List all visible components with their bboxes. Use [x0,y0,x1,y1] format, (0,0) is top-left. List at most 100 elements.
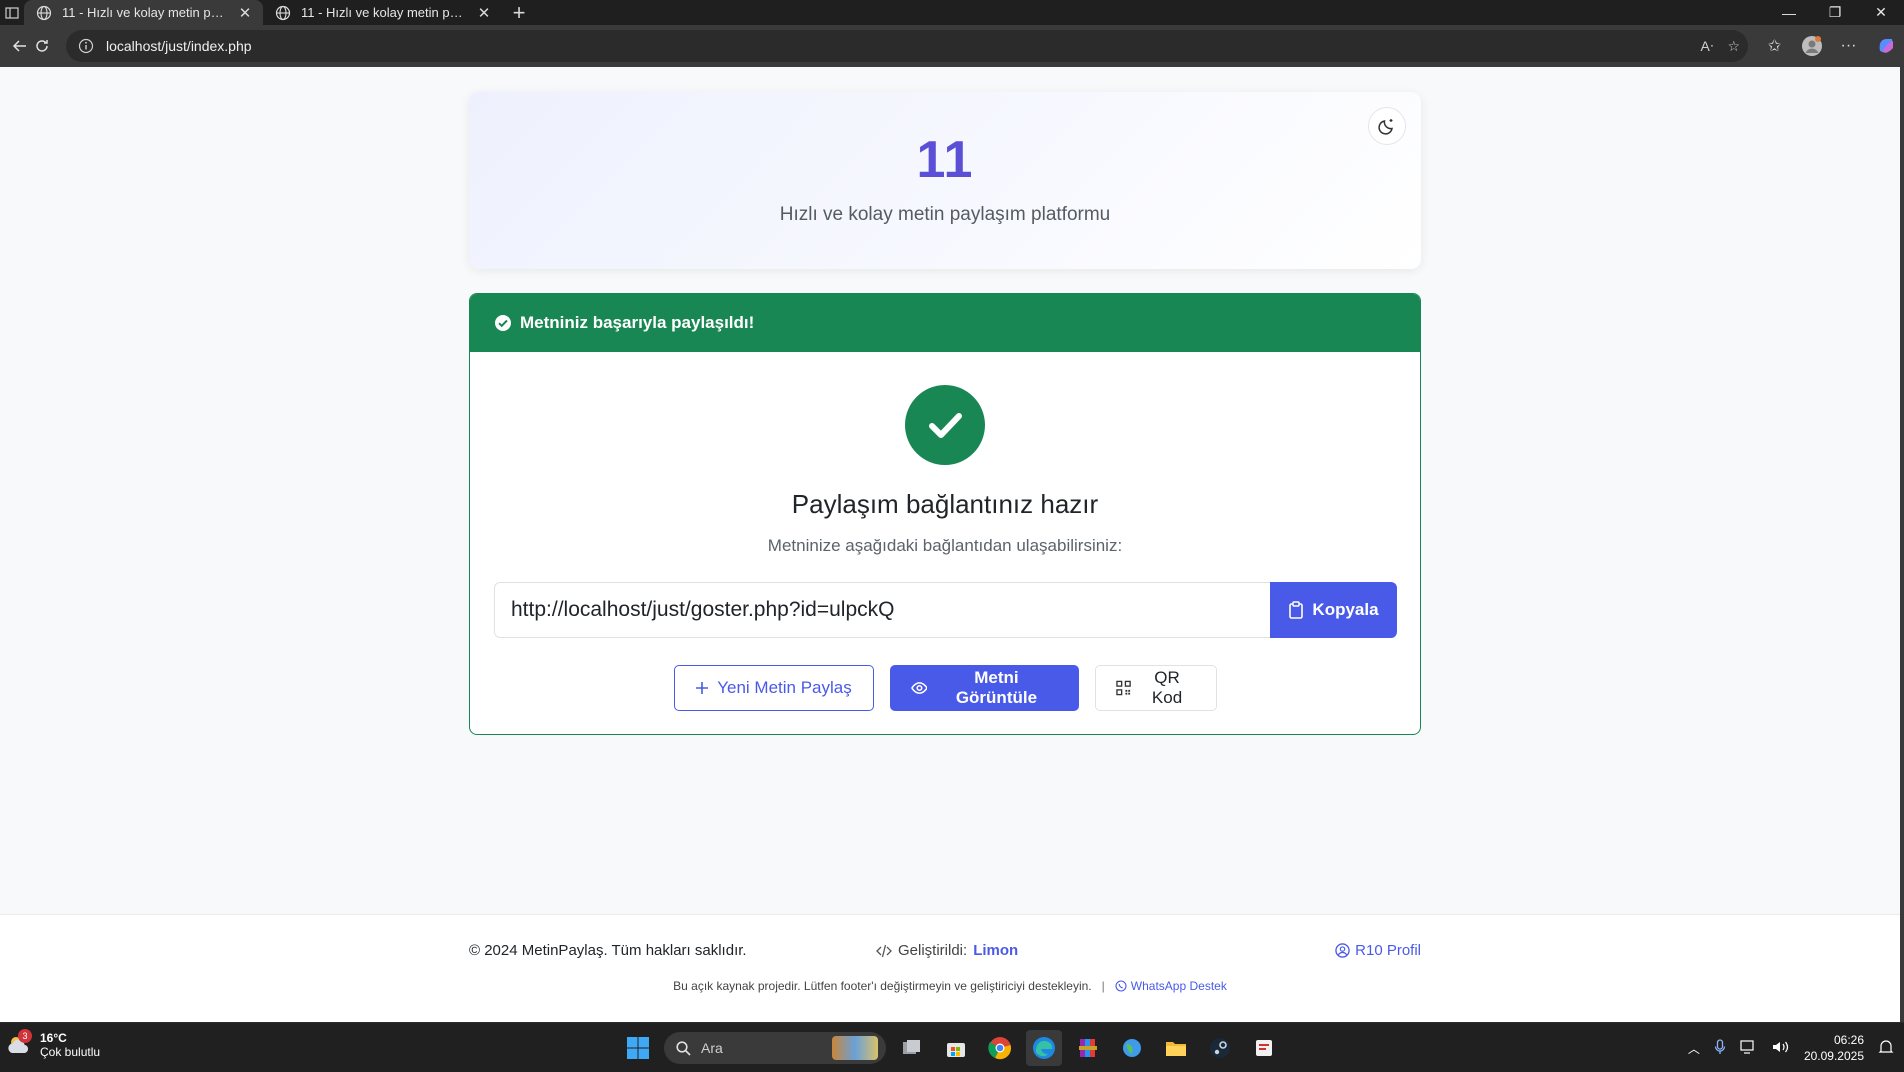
big-check-icon [905,385,985,465]
copilot-icon[interactable] [1867,36,1904,56]
read-aloud-icon[interactable]: Aᐧ [1701,38,1714,55]
system-tray: ︿ 06:26 20.09.2025 [1688,1023,1894,1072]
refresh-button[interactable] [22,25,62,67]
close-tab-icon[interactable]: ✕ [237,4,253,22]
new-text-button[interactable]: Yeni Metin Paylaş [673,665,874,711]
taskbar-search[interactable]: Ara [664,1032,886,1064]
edge-icon[interactable] [1026,1030,1062,1066]
globe-app-icon[interactable] [1114,1030,1150,1066]
action-buttons: Yeni Metin Paylaş Metni Görüntüle QR Kod [470,665,1420,711]
cloud-weather-icon: 3 [6,1029,34,1059]
task-view-icon[interactable] [894,1030,930,1066]
success-card: Metniniz başarıyla paylaşıldı! Paylaşım … [469,293,1421,735]
weather-temp: 16°C [40,1031,67,1045]
site-tagline: Hızlı ve kolay metin paylaşım platformu [779,204,1111,225]
check-circle-icon [495,315,511,331]
search-highlight-image [832,1036,878,1060]
theme-toggle-button[interactable] [1368,107,1406,145]
developer-credit: Geliştirildi: Limon [876,942,1018,959]
chevron-up-icon[interactable]: ︿ [1688,1040,1700,1057]
weather-widget[interactable]: 3 16°C Çok bulutlu [6,1029,101,1059]
more-options-icon[interactable]: ··· [1830,37,1867,55]
favorites-icon[interactable]: ✩ [1756,36,1793,56]
footer-separator: | [1101,979,1105,993]
notifications-icon[interactable] [1878,1039,1894,1058]
moon-icon [1378,119,1393,135]
copyright-text: © 2024 MetinPaylaş. Tüm hakları saklıdır… [469,942,747,959]
eye-icon [910,682,928,694]
microphone-icon[interactable] [1714,1038,1726,1058]
minimize-icon[interactable]: — [1766,0,1812,25]
success-subtitle: Metninize aşağıdaki bağlantıdan ulaşabil… [767,536,1123,555]
view-text-button[interactable]: Metni Görüntüle [889,665,1079,711]
site-header-card: 11 Hızlı ve kolay metin paylaşım platfor… [469,92,1421,269]
browser-tab-bar: 11 - Hızlı ve kolay metin paylaşımı ✕ 11… [0,0,1904,25]
whatsapp-support-label: WhatsApp Destek [1130,979,1227,993]
taskbar-search-placeholder: Ara [701,1040,723,1056]
developer-name-link[interactable]: Limon [973,942,1018,959]
page-scrollbar[interactable] [1900,67,1904,1022]
clock[interactable]: 06:26 20.09.2025 [1804,1032,1864,1064]
start-button[interactable] [620,1030,656,1066]
page-footer: © 2024 MetinPaylaş. Tüm hakları saklıdır… [0,914,1900,1022]
volume-icon[interactable] [1772,1040,1790,1057]
whatsapp-support-link[interactable]: WhatsApp Destek [1115,979,1227,993]
search-icon [676,1040,691,1056]
share-link-group: Kopyala [494,582,1397,638]
qr-code-button[interactable]: QR Kod [1094,665,1217,711]
success-banner: Metniniz başarıyla paylaşıldı! [470,294,1420,352]
network-icon[interactable] [1740,1039,1758,1057]
success-title: Paylaşım bağlantınız hazır [791,489,1099,519]
windows-taskbar: 3 16°C Çok bulutlu Ara ︿ 06:26 20.09.202… [0,1022,1904,1072]
restore-icon[interactable]: ❐ [1812,0,1858,25]
profile-icon[interactable] [1793,35,1830,57]
user-circle-icon [1335,943,1350,958]
clock-date: 20.09.2025 [1803,1049,1864,1063]
tab-actions-icon[interactable] [0,0,24,25]
clipboard-icon [1289,601,1304,619]
share-link-input[interactable] [494,582,1270,638]
file-explorer-icon[interactable] [1158,1030,1194,1066]
plus-icon [696,682,709,694]
copy-button[interactable]: Kopyala [1270,582,1397,638]
close-tab-icon[interactable]: ✕ [476,4,492,22]
close-window-icon[interactable]: ✕ [1858,0,1904,25]
browser-tab-2[interactable]: 11 - Hızlı ve kolay metin paylaşımı ✕ [263,0,502,25]
r10-profile-label: R10 Profil [1355,942,1421,959]
url-bar[interactable]: localhost/just/index.php Aᐧ ☆ [66,30,1748,62]
app-icon[interactable] [1246,1030,1282,1066]
taskbar-apps: Ara [620,1028,1282,1068]
footer-note: Bu açık kaynak projedir. Lütfen footer'ı… [0,979,1900,993]
weather-badge: 3 [18,1029,32,1043]
footer-note-text: Bu açık kaynak projedir. Lütfen footer'ı… [673,979,1092,993]
developed-by-label: Geliştirildi: [898,942,968,959]
site-info-icon[interactable] [78,38,94,54]
footer-main-row: © 2024 MetinPaylaş. Tüm hakları saklıdır… [469,942,1421,962]
new-text-label: Yeni Metin Paylaş [717,678,852,697]
refresh-icon [36,40,48,52]
browser-tab-1[interactable]: 11 - Hızlı ve kolay metin paylaşımı ✕ [24,0,263,25]
view-text-label: Metni Görüntüle [955,668,1038,707]
whatsapp-icon [1115,980,1127,992]
page-viewport: 11 Hızlı ve kolay metin paylaşım platfor… [0,67,1900,1022]
store-icon[interactable] [938,1030,974,1066]
tab-title: 11 - Hızlı ve kolay metin paylaşımı [62,5,229,20]
r10-profile-link[interactable]: R10 Profil [1335,942,1421,959]
clock-time: 06:26 [1833,1033,1864,1047]
weather-desc: Çok bulutlu [40,1045,101,1059]
copy-button-label: Kopyala [1312,600,1379,619]
qr-code-label: QR Kod [1151,668,1183,707]
success-banner-text: Metniniz başarıyla paylaşıldı! [520,313,755,332]
site-logo[interactable]: 11 [469,130,1421,190]
winrar-icon[interactable] [1070,1030,1106,1066]
new-tab-button[interactable]: + [502,0,536,25]
steam-icon[interactable] [1202,1030,1238,1066]
favorite-star-icon[interactable]: ☆ [1727,38,1740,55]
qr-code-icon [1115,680,1131,696]
globe-icon [275,5,291,20]
chrome-icon[interactable] [982,1030,1018,1066]
globe-icon [36,5,52,20]
address-bar-row: localhost/just/index.php Aᐧ ☆ ✩ ··· [0,25,1904,67]
window-controls: — ❐ ✕ [1766,0,1904,25]
url-text[interactable]: localhost/just/index.php [106,38,252,54]
